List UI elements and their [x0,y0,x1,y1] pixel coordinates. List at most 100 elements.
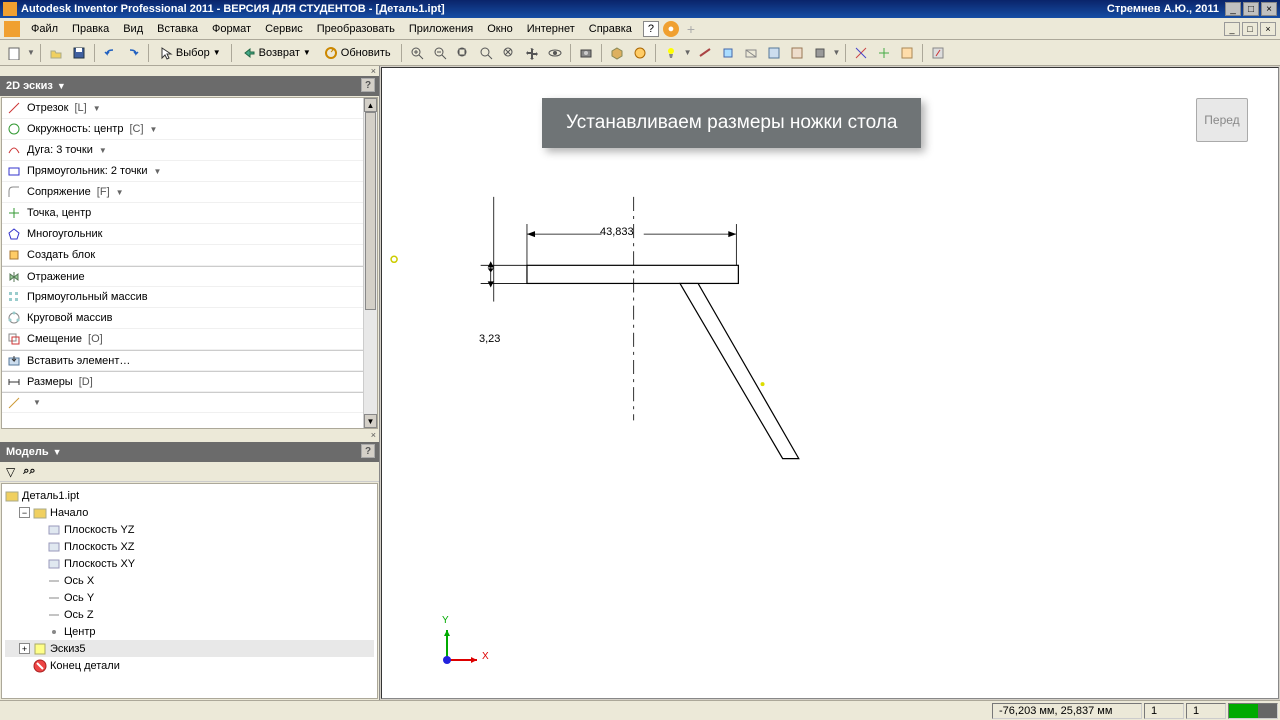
menu-edit[interactable]: Правка [65,20,116,38]
expand-icon[interactable]: + [19,643,30,654]
drawing-canvas[interactable]: Устанавливаем размеры ножки стола Перед [381,67,1279,699]
wireframe-button[interactable] [630,43,650,63]
sketch-tool-more[interactable]: ▼ [2,392,377,413]
tool-2[interactable] [787,43,807,63]
zoom-selected-button[interactable] [499,43,519,63]
save-button[interactable] [69,43,89,63]
tree-plane[interactable]: Плоскость XY [5,555,374,572]
zoom-in-button[interactable] [407,43,427,63]
tree-axis[interactable]: Ось X [5,572,374,589]
tool-1[interactable] [764,43,784,63]
menu-convert[interactable]: Преобразовать [310,20,402,38]
new-button[interactable] [4,43,24,63]
menu-window[interactable]: Окно [480,20,520,38]
plane-tool-button[interactable] [695,43,715,63]
model-help-icon[interactable]: ? [361,444,375,458]
tree-plane[interactable]: Плоскость XZ [5,538,374,555]
zoom-out-button[interactable] [430,43,450,63]
maximize-button[interactable]: □ [1243,2,1259,16]
sketch-tool-line[interactable]: Отрезок[L]▼ [2,98,377,119]
scroll-down-button[interactable]: ▼ [364,414,377,428]
tree-axis[interactable]: Ось Z [5,606,374,623]
shaded-button[interactable] [607,43,627,63]
doc-restore-button[interactable]: □ [1242,22,1258,36]
status-coords: -76,203 мм, 25,837 мм [992,703,1142,719]
find-icon[interactable]: ⌕⌕ [23,465,35,478]
zoom-all-button[interactable] [453,43,473,63]
update-label: Обновить [341,47,391,59]
menu-help[interactable]: Справка [582,20,639,38]
sketch-tool-arc[interactable]: Дуга: 3 точки▼ [2,140,377,161]
sketch-tool-polygon[interactable]: Многоугольник [2,224,377,245]
dim-height[interactable]: 3,23 [479,333,500,345]
circarr-icon [7,311,21,325]
help-icon[interactable]: ? [643,21,659,37]
sketch-tool-offset[interactable]: Смещение[O] [2,329,377,350]
tools-scrollbar[interactable]: ▲ ▼ [363,98,377,428]
tool-end[interactable] [928,43,948,63]
credit-text: Стремнев А.Ю., 2011 [1107,3,1219,15]
sketch-tool-rect[interactable]: Прямоугольник: 2 точки▼ [2,161,377,182]
status-field2: 1 [1186,703,1226,719]
menu-file[interactable]: Файл [24,20,65,38]
collapse-icon[interactable]: − [19,507,30,518]
circle-icon [7,122,21,136]
sketch-tool-circarr[interactable]: Круговой массив [2,308,377,329]
sketch-tool-point[interactable]: Точка, центр [2,203,377,224]
tree-sketch[interactable]: + Эскиз5 [5,640,374,657]
camera-button[interactable] [576,43,596,63]
panel-help-icon[interactable]: ? [361,78,375,92]
close-button[interactable]: × [1261,2,1277,16]
sketch-tool-block[interactable]: Создать блок [2,245,377,266]
undo-button[interactable] [100,43,120,63]
zoom-window-button[interactable] [476,43,496,63]
menu-format[interactable]: Формат [205,20,258,38]
menu-internet[interactable]: Интернет [520,20,582,38]
rectarr-icon [7,290,21,304]
sketch-panel-header[interactable]: 2D эскиз▼ ? [0,76,379,96]
minimize-button[interactable]: _ [1225,2,1241,16]
orbit-button[interactable] [545,43,565,63]
point-tool-button[interactable] [741,43,761,63]
tree-root[interactable]: Деталь1.ipt [5,487,374,504]
menu-apps[interactable]: Приложения [402,20,480,38]
axis-tool-button[interactable] [718,43,738,63]
sketch-tool-circle[interactable]: Окружность: центр[C]▼ [2,119,377,140]
tree-axis[interactable]: Ось Y [5,589,374,606]
tree-origin[interactable]: − Начало [5,504,374,521]
add-icon[interactable]: + [683,21,699,37]
sketch-tool-fillet[interactable]: Сопряжение[F]▼ [2,182,377,203]
select-button[interactable]: Выбор ▼ [154,43,226,63]
menu-insert[interactable]: Вставка [150,20,205,38]
light-button[interactable] [661,43,681,63]
tree-end[interactable]: Конец детали [5,657,374,674]
return-button[interactable]: Возврат ▼ [237,43,316,63]
update-button[interactable]: Обновить [319,43,396,63]
filter-icon[interactable]: ▽ [6,465,15,479]
sketch-tool-dim[interactable]: Размеры[D] [2,371,377,392]
tree-center[interactable]: Центр [5,623,374,640]
panel-close-mid[interactable]: × [0,430,379,440]
tool-3[interactable] [810,43,830,63]
dim-width[interactable]: 43,833 [600,226,634,238]
sketch-tool-rectarr[interactable]: Прямоугольный массив [2,287,377,308]
sketch-tool-mirror[interactable]: Отражение [2,266,377,287]
sketch-tool-insert[interactable]: Вставить элемент… [2,350,377,371]
scroll-up-button[interactable]: ▲ [364,98,377,112]
pan-button[interactable] [522,43,542,63]
tool-5[interactable] [874,43,894,63]
menu-tools[interactable]: Сервис [258,20,310,38]
tree-plane[interactable]: Плоскость YZ [5,521,374,538]
model-tree: Деталь1.ipt − Начало Плоскость YZПлоскос… [1,483,378,699]
scroll-thumb[interactable] [365,112,376,310]
menu-view[interactable]: Вид [116,20,150,38]
tool-6[interactable] [897,43,917,63]
doc-minimize-button[interactable]: _ [1224,22,1240,36]
doc-close-button[interactable]: × [1260,22,1276,36]
redo-button[interactable] [123,43,143,63]
model-panel-header[interactable]: Модель▼ ? [0,442,379,462]
panel-close-top[interactable]: × [0,66,379,76]
tool-4[interactable] [851,43,871,63]
open-button[interactable] [46,43,66,63]
info-icon[interactable]: ● [663,21,679,37]
